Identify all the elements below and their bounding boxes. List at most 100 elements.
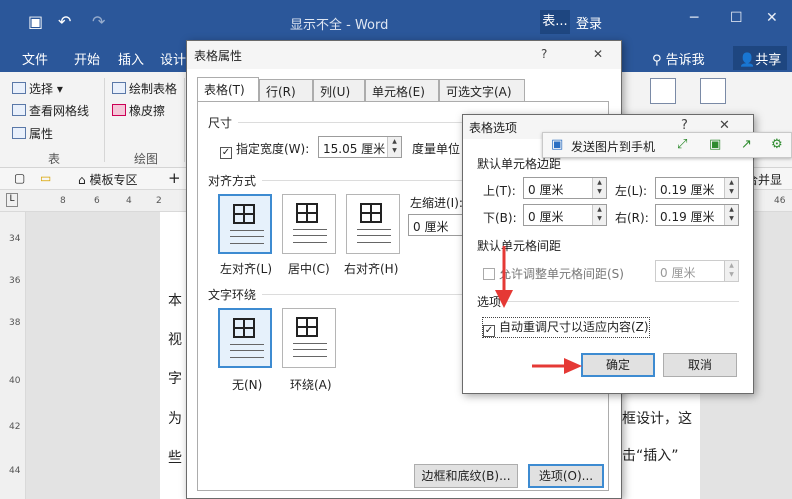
view-gridlines-button[interactable]: 查看网格线 bbox=[12, 102, 89, 119]
indent-input[interactable]: 0 厘米 bbox=[408, 214, 470, 236]
wrap-around-label: 环绕(A) bbox=[290, 378, 332, 392]
spacing-input[interactable]: 0 厘米 ▲ ▼ bbox=[655, 260, 739, 282]
new-tab-button[interactable]: + bbox=[168, 169, 181, 187]
tell-me-search[interactable]: ⚲ 告诉我 bbox=[652, 49, 705, 68]
wrap-around-option[interactable] bbox=[282, 308, 336, 368]
spinner-icon[interactable]: ▲ ▼ bbox=[592, 178, 606, 198]
align-center-option[interactable] bbox=[282, 194, 336, 254]
spinner-icon[interactable]: ▲ ▼ bbox=[387, 137, 401, 157]
text-lines-icon bbox=[293, 343, 327, 357]
table-icon bbox=[233, 318, 255, 338]
group-table-label: 表 bbox=[48, 152, 61, 166]
tab-design[interactable]: 设计 bbox=[160, 49, 186, 68]
right-margin-label: 右(R): bbox=[615, 211, 649, 225]
ruler-number: 40 bbox=[9, 376, 21, 386]
tab-row[interactable]: 行(R) bbox=[259, 79, 313, 101]
cancel-button[interactable]: 取消 bbox=[663, 353, 737, 377]
vertical-ruler[interactable]: 34 36 38 40 42 44 bbox=[0, 212, 26, 499]
right-margin-input[interactable]: 0.19 厘米 ▲ ▼ bbox=[655, 204, 739, 226]
spinner-icon[interactable]: ▲ ▼ bbox=[724, 205, 738, 225]
spinner-icon[interactable]: ▲ ▼ bbox=[724, 178, 738, 198]
tab-table[interactable]: 表格(T) bbox=[197, 77, 259, 102]
tab-selector-icon[interactable]: L bbox=[6, 193, 18, 207]
table-icon bbox=[296, 203, 318, 223]
wrapping-section-label: 文字环绕 bbox=[208, 288, 257, 302]
spinner-icon[interactable]: ▲ ▼ bbox=[592, 205, 606, 225]
undo-icon[interactable]: ↶ bbox=[58, 12, 71, 31]
preferred-width-input[interactable]: 15.05 厘米 ▲ ▼ bbox=[318, 136, 402, 158]
top-margin-value: 0 厘米 bbox=[528, 183, 564, 197]
share-button[interactable]: 👤共享 bbox=[733, 46, 788, 70]
close-icon[interactable]: ✕ bbox=[593, 47, 603, 61]
eraser-icon bbox=[112, 104, 126, 116]
table-tools-tab[interactable]: 表... bbox=[540, 10, 570, 34]
doc-text: 些 bbox=[168, 450, 182, 466]
eraser-label: 橡皮擦 bbox=[129, 104, 166, 118]
lightbulb-icon: ⚲ bbox=[652, 53, 666, 68]
dialog-title-bar[interactable]: 表格属性 ? ✕ bbox=[187, 41, 621, 69]
tab-file[interactable]: 文件 bbox=[22, 49, 48, 68]
properties-button[interactable]: 属性 bbox=[12, 125, 53, 142]
close-icon[interactable]: ✕ bbox=[719, 118, 730, 133]
doc-text: 视 bbox=[168, 332, 182, 348]
select-button[interactable]: 选择 ▾ bbox=[12, 80, 63, 97]
ruler-number: 46 bbox=[774, 196, 786, 206]
phone-icon: ▣ bbox=[551, 137, 564, 152]
checkbox-checked[interactable]: ✓ bbox=[220, 147, 232, 159]
wrap-none-label: 无(N) bbox=[232, 378, 263, 392]
arrow-down-annotation bbox=[495, 246, 513, 308]
top-margin-input[interactable]: 0 厘米 ▲ ▼ bbox=[523, 177, 607, 199]
tab-cell[interactable]: 单元格(E) bbox=[365, 79, 439, 101]
select-label: 选择 bbox=[29, 82, 54, 96]
align-right-label: 右对齐(H) bbox=[344, 262, 399, 276]
align-left-option[interactable] bbox=[218, 194, 272, 254]
borders-shading-button[interactable]: 边框和底纹(B)... bbox=[414, 464, 518, 488]
tab-insert[interactable]: 插入 bbox=[118, 49, 144, 68]
preferred-width-value: 15.05 厘米 bbox=[323, 142, 386, 156]
ruler-number: 6 bbox=[94, 196, 100, 206]
text-direction-icon[interactable] bbox=[650, 78, 676, 104]
expand-icon[interactable]: ⤢ bbox=[677, 137, 687, 152]
minimize-icon[interactable]: ─ bbox=[690, 10, 698, 26]
ruler-number: 42 bbox=[9, 422, 21, 432]
options-button[interactable]: 选项(O)... bbox=[528, 464, 604, 488]
tab-alt-text[interactable]: 可选文字(A) bbox=[439, 79, 525, 101]
template-zone-tab[interactable]: ⌂ 模板专区 bbox=[78, 171, 137, 188]
bottom-margin-input[interactable]: 0 厘米 ▲ ▼ bbox=[523, 204, 607, 226]
page-icon[interactable]: ▢ bbox=[14, 171, 25, 185]
save-icon[interactable]: ▣ bbox=[28, 12, 43, 31]
checkbox-checked[interactable]: ✓ bbox=[483, 325, 495, 337]
autoresize-checkbox[interactable]: ✓ 自动重调尺寸以适应内容(Z) bbox=[482, 317, 650, 338]
ruler-number: 36 bbox=[9, 276, 21, 286]
save-icon[interactable]: ▣ bbox=[709, 137, 721, 152]
draw-table-button[interactable]: 绘制表格 bbox=[112, 80, 177, 97]
left-margin-input[interactable]: 0.19 厘米 ▲ ▼ bbox=[655, 177, 739, 199]
help-button[interactable]: ? bbox=[681, 118, 688, 133]
wrap-none-option[interactable] bbox=[218, 308, 272, 368]
tab-home[interactable]: 开始 bbox=[74, 49, 100, 68]
align-right-option[interactable] bbox=[346, 194, 400, 254]
spinner-icon[interactable]: ▲ ▼ bbox=[724, 261, 738, 281]
ribbon-separator bbox=[184, 78, 185, 162]
divider bbox=[262, 294, 470, 295]
eraser-button[interactable]: 橡皮擦 bbox=[112, 102, 165, 119]
preferred-width-checkbox[interactable]: ✓ 指定宽度(W): bbox=[220, 140, 309, 159]
arrow-right-annotation bbox=[532, 358, 582, 374]
login-link[interactable]: 登录 bbox=[576, 13, 602, 32]
share-icon[interactable]: ↗ bbox=[741, 137, 752, 152]
doc-text: 为 bbox=[168, 411, 182, 427]
size-section-label: 尺寸 bbox=[208, 116, 233, 130]
help-button[interactable]: ? bbox=[541, 47, 547, 61]
gear-icon[interactable]: ⚙ bbox=[771, 137, 783, 152]
send-to-phone-button[interactable]: 发送图片到手机 bbox=[571, 138, 655, 155]
restore-icon[interactable]: ☐ bbox=[730, 10, 743, 26]
top-margin-label: 上(T): bbox=[483, 184, 516, 198]
redo-icon[interactable]: ↷ bbox=[92, 12, 105, 31]
doc-text: 框设计，这 bbox=[622, 411, 692, 427]
measure-in-label: 度量单位 bbox=[412, 142, 461, 156]
cell-margins-icon[interactable] bbox=[700, 78, 726, 104]
ok-button[interactable]: 确定 bbox=[581, 353, 655, 377]
folder-icon[interactable]: ▭ bbox=[40, 171, 51, 185]
close-window-icon[interactable]: ✕ bbox=[766, 10, 778, 26]
tab-column[interactable]: 列(U) bbox=[313, 79, 365, 101]
